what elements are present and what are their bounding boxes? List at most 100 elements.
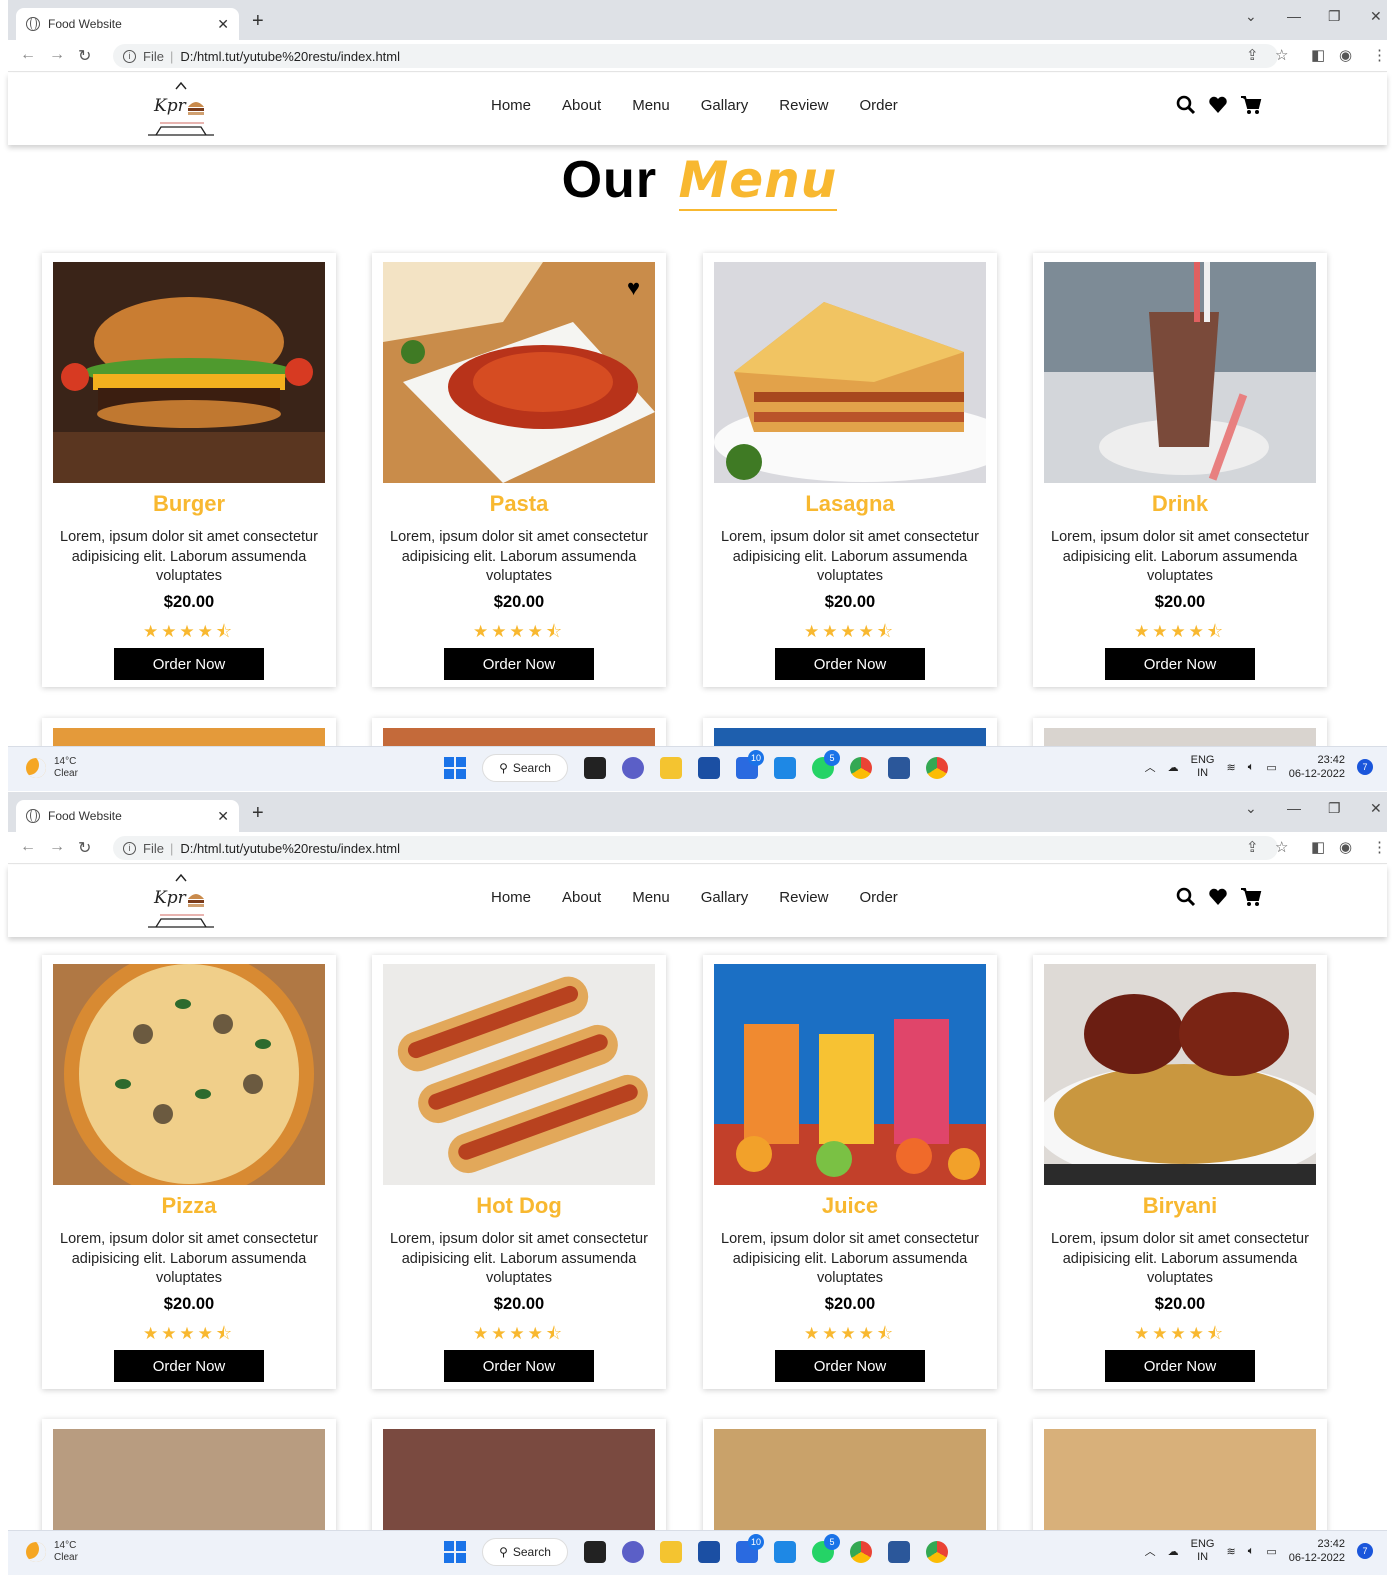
- side-panel-icon[interactable]: ◧: [1311, 838, 1325, 856]
- favorite-heart-icon[interactable]: ♥: [627, 275, 640, 301]
- logo[interactable]: Kpr: [146, 869, 216, 931]
- nav-gallary[interactable]: Gallary: [701, 889, 749, 906]
- search-icon[interactable]: [1176, 95, 1196, 115]
- order-now-button[interactable]: Order Now: [444, 1350, 594, 1382]
- file-explorer-icon[interactable]: [660, 757, 682, 779]
- search-icon[interactable]: [1176, 887, 1196, 907]
- forward-icon[interactable]: →: [49, 838, 65, 856]
- nav-home[interactable]: Home: [491, 889, 531, 906]
- task-view-icon[interactable]: [584, 1541, 606, 1563]
- vscode-icon[interactable]: [774, 1541, 796, 1563]
- volume-icon[interactable]: 🔈︎: [1248, 761, 1255, 774]
- minimize-button[interactable]: —: [1287, 8, 1301, 24]
- close-window-button[interactable]: ✕: [1370, 8, 1382, 25]
- vscode-icon[interactable]: [774, 757, 796, 779]
- clock[interactable]: 23:42 06-12-2022: [1289, 1537, 1345, 1565]
- weather-widget[interactable]: 14°C Clear: [26, 1540, 78, 1564]
- nav-about[interactable]: About: [562, 97, 601, 114]
- order-now-button[interactable]: Order Now: [114, 1350, 264, 1382]
- nav-menu[interactable]: Menu: [632, 889, 670, 906]
- wifi-icon[interactable]: ≋: [1226, 761, 1235, 774]
- teams-chat-icon[interactable]: [622, 1541, 644, 1563]
- reload-icon[interactable]: ↻: [78, 46, 91, 66]
- tab-search-icon[interactable]: ⌄: [1245, 800, 1257, 817]
- close-tab-icon[interactable]: ✕: [217, 808, 229, 825]
- whatsapp-icon[interactable]: 5: [812, 750, 840, 779]
- logo[interactable]: Kpr: [146, 77, 216, 139]
- profile-icon[interactable]: ◉: [1339, 46, 1352, 64]
- chrome-icon[interactable]: [850, 757, 872, 779]
- url-field[interactable]: i File | D:/html.tut/yutube%20restu/inde…: [113, 836, 1278, 860]
- word-icon[interactable]: [888, 757, 910, 779]
- minimize-button[interactable]: —: [1287, 800, 1301, 816]
- chevron-up-icon[interactable]: ︿: [1145, 1543, 1156, 1559]
- forward-icon[interactable]: →: [49, 46, 65, 64]
- info-icon[interactable]: i: [123, 49, 136, 63]
- order-now-button[interactable]: Order Now: [775, 648, 925, 680]
- language-indicator[interactable]: ENG IN: [1191, 754, 1215, 780]
- nav-gallary[interactable]: Gallary: [701, 97, 749, 114]
- side-panel-icon[interactable]: ◧: [1311, 46, 1325, 64]
- nav-menu[interactable]: Menu: [632, 97, 670, 114]
- browser-tab[interactable]: Food Website ✕: [16, 800, 239, 832]
- weather-widget[interactable]: 14°C Clear: [26, 756, 78, 780]
- order-now-button[interactable]: Order Now: [775, 1350, 925, 1382]
- new-tab-button[interactable]: +: [252, 10, 264, 33]
- cart-icon[interactable]: [1240, 887, 1262, 907]
- windows-start-icon[interactable]: [444, 757, 466, 779]
- windows-start-icon[interactable]: [444, 1541, 466, 1563]
- order-now-button[interactable]: Order Now: [444, 648, 594, 680]
- wifi-icon[interactable]: ≋: [1226, 1545, 1235, 1558]
- more-menu-icon[interactable]: ⋮: [1372, 46, 1387, 64]
- taskbar-search[interactable]: ⚲ Search: [482, 754, 568, 782]
- teams-chat-icon[interactable]: [622, 757, 644, 779]
- order-now-button[interactable]: Order Now: [1105, 648, 1255, 680]
- profile-icon[interactable]: ◉: [1339, 838, 1352, 856]
- nav-home[interactable]: Home: [491, 97, 531, 114]
- back-icon[interactable]: ←: [20, 838, 36, 856]
- share-icon[interactable]: ⇪: [1246, 46, 1259, 64]
- teams-icon[interactable]: 10: [736, 750, 764, 779]
- order-now-button[interactable]: Order Now: [114, 648, 264, 680]
- cart-icon[interactable]: [1240, 95, 1262, 115]
- close-tab-icon[interactable]: ✕: [217, 16, 229, 33]
- chevron-up-icon[interactable]: ︿: [1145, 759, 1156, 775]
- store-icon[interactable]: [698, 757, 720, 779]
- new-tab-button[interactable]: +: [252, 802, 264, 825]
- onedrive-icon[interactable]: ☁: [1168, 1545, 1179, 1558]
- notification-badge[interactable]: 7: [1357, 1543, 1373, 1559]
- chrome-icon[interactable]: [850, 1541, 872, 1563]
- browser-tab[interactable]: Food Website ✕: [16, 8, 239, 40]
- file-explorer-icon[interactable]: [660, 1541, 682, 1563]
- heart-icon[interactable]: [1208, 887, 1228, 907]
- chrome-icon[interactable]: [926, 757, 948, 779]
- close-window-button[interactable]: ✕: [1370, 800, 1382, 817]
- heart-icon[interactable]: [1208, 95, 1228, 115]
- onedrive-icon[interactable]: ☁: [1168, 761, 1179, 774]
- clock[interactable]: 23:42 06-12-2022: [1289, 753, 1345, 781]
- nav-order[interactable]: Order: [859, 97, 897, 114]
- url-field[interactable]: i File | D:/html.tut/yutube%20restu/inde…: [113, 44, 1278, 68]
- share-icon[interactable]: ⇪: [1246, 838, 1259, 856]
- reload-icon[interactable]: ↻: [78, 838, 91, 858]
- info-icon[interactable]: i: [123, 841, 136, 855]
- whatsapp-icon[interactable]: 5: [812, 1534, 840, 1563]
- back-icon[interactable]: ←: [20, 46, 36, 64]
- volume-icon[interactable]: 🔈︎: [1248, 1545, 1255, 1558]
- nav-review[interactable]: Review: [779, 889, 828, 906]
- restore-button[interactable]: ❐: [1328, 8, 1341, 25]
- bookmark-star-icon[interactable]: ☆: [1275, 46, 1288, 64]
- battery-icon[interactable]: ▭: [1266, 1545, 1276, 1558]
- notification-badge[interactable]: 7: [1357, 759, 1373, 775]
- store-icon[interactable]: [698, 1541, 720, 1563]
- taskbar-search[interactable]: ⚲ Search: [482, 1538, 568, 1566]
- teams-icon[interactable]: 10: [736, 1534, 764, 1563]
- battery-icon[interactable]: ▭: [1266, 761, 1276, 774]
- language-indicator[interactable]: ENG IN: [1191, 1538, 1215, 1564]
- nav-review[interactable]: Review: [779, 97, 828, 114]
- task-view-icon[interactable]: [584, 757, 606, 779]
- bookmark-star-icon[interactable]: ☆: [1275, 838, 1288, 856]
- nav-order[interactable]: Order: [859, 889, 897, 906]
- nav-about[interactable]: About: [562, 889, 601, 906]
- word-icon[interactable]: [888, 1541, 910, 1563]
